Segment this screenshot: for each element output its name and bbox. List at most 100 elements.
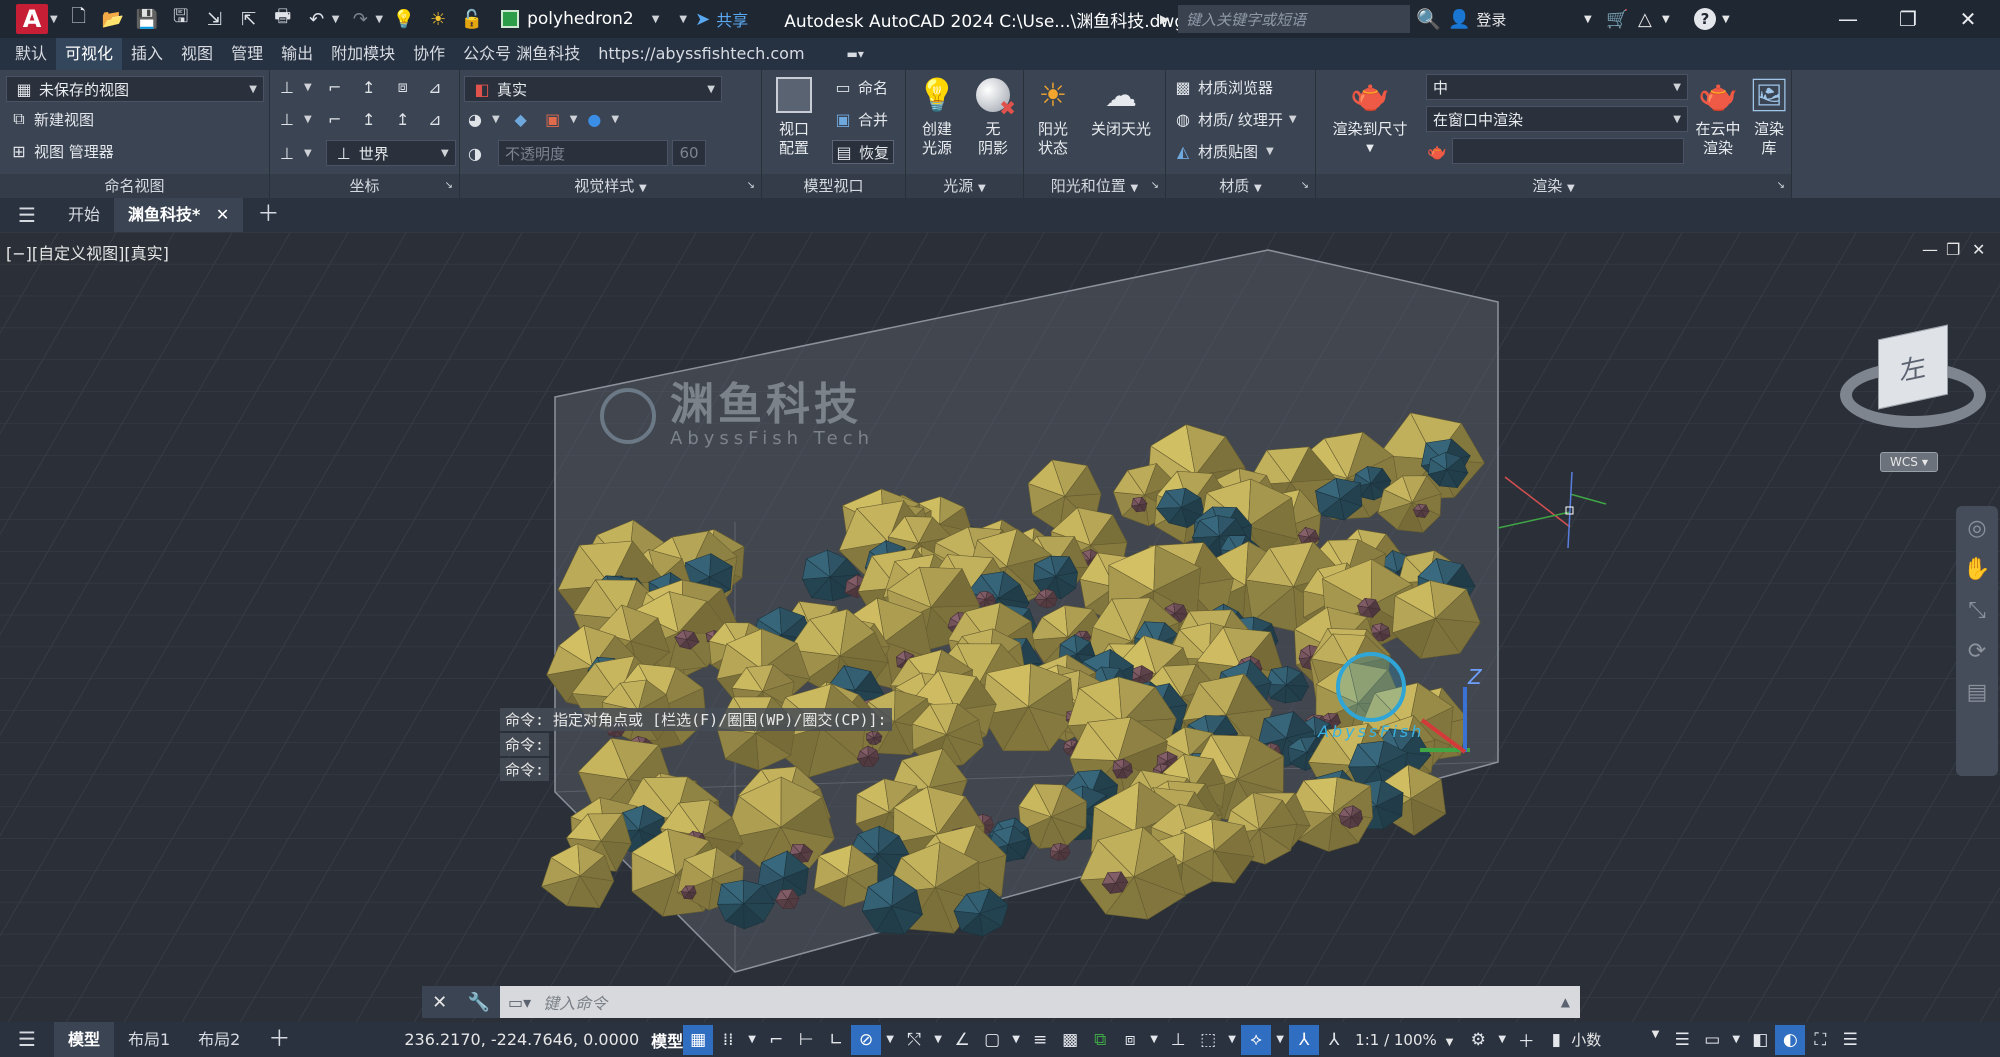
tab-visualize[interactable]: 可视化 — [56, 38, 123, 70]
osnap-tracking-icon[interactable]: ∠ — [947, 1025, 977, 1055]
create-light-button[interactable]: 💡 创建 光源 — [912, 74, 962, 158]
render-output-input[interactable] — [1452, 138, 1684, 164]
lock-ui-icon[interactable]: ▭ — [1697, 1025, 1727, 1055]
named-view-select[interactable]: ▦ 未保存的视图 ▼ — [6, 76, 264, 102]
osnap-icon[interactable]: ▢ — [977, 1025, 1007, 1055]
layer-bulb-icon[interactable]: 💡 — [391, 6, 417, 32]
sun-launcher-icon[interactable]: ↘ — [1151, 174, 1159, 198]
help-button[interactable]: ? — [1694, 0, 1716, 38]
view-manager-button[interactable]: ⊞ 视图 管理器 — [8, 140, 113, 162]
login-chevron-icon[interactable]: ▼ — [1584, 0, 1592, 38]
materials-launcher-icon[interactable]: ↘ — [1301, 174, 1309, 198]
wcs-menu[interactable]: WCS ▼ — [1880, 452, 1938, 472]
gizmo-icon[interactable]: ⟡ — [1241, 1024, 1272, 1055]
annotation-visibility-icon[interactable]: ⅄ — [1289, 1024, 1320, 1055]
cart-icon[interactable]: 🛒 — [1606, 0, 1628, 38]
material-texture-button[interactable]: ◍ 材质/ 纹理开 ▼ — [1172, 108, 1297, 130]
visual-style-select[interactable]: ◧ 真实 ▼ — [464, 76, 722, 102]
visual-styles-chevron-icon[interactable]: ▼ — [639, 183, 647, 194]
gizmo-chevron-icon[interactable]: ▼ — [1271, 1025, 1289, 1055]
units-icon[interactable]: ▮ — [1541, 1025, 1571, 1055]
qat-customize-icon[interactable]: ▼ — [679, 14, 687, 25]
sky-off-button[interactable]: ☁ 关闭天光 — [1080, 74, 1162, 139]
pan-icon[interactable]: ✋ — [1963, 557, 1990, 582]
render-cloud-button[interactable]: 🫖 在云中 渲染 — [1690, 74, 1746, 158]
annotation-scale[interactable]: 1:1 / 100% ▼ — [1355, 1031, 1453, 1049]
orbit-icon[interactable]: ⟳ — [1968, 639, 1986, 664]
redo-chevron-icon[interactable]: ▼ — [375, 14, 383, 25]
print-icon[interactable]: 🖶 — [270, 6, 296, 32]
ucs-y-icon[interactable]: ↥ — [358, 108, 380, 130]
viewport-minimize-icon[interactable]: — — [1922, 240, 1938, 259]
ucs-props-chevron-icon[interactable]: ▼ — [304, 148, 312, 159]
new-view-button[interactable]: ⧉ 新建视图 — [8, 108, 94, 130]
recent-commands-icon[interactable]: ▭▾ — [508, 993, 531, 1012]
model-space-canvas[interactable]: Z — [0, 232, 2000, 1022]
units-select[interactable]: 小数 ▼ — [1571, 1029, 1667, 1050]
customization-icon[interactable]: ☰ — [1835, 1025, 1865, 1055]
new-file-icon[interactable]: 🗋 — [66, 6, 92, 32]
restore-icon[interactable]: ❐ — [1878, 0, 1938, 38]
shadow-button[interactable]: ✖ 无 阴影 — [968, 74, 1018, 158]
dynamic-ucs-icon[interactable]: ⊥ — [1163, 1025, 1193, 1055]
ortho-icon[interactable]: ∟ — [821, 1025, 851, 1055]
isodraft-chevron-icon[interactable]: ▼ — [929, 1025, 947, 1055]
3d-osnap-icon[interactable]: ⧈ — [1115, 1025, 1145, 1055]
autodesk-a360-icon[interactable]: △ — [1638, 0, 1652, 38]
xray-chevron-icon[interactable]: ▼ — [570, 114, 578, 125]
clean-screen-icon[interactable]: ⛶ — [1805, 1025, 1835, 1055]
hamburger-menu-icon[interactable]: ☰ — [0, 198, 54, 232]
minimize-icon[interactable]: — — [1818, 0, 1878, 38]
tab-default[interactable]: 默认 — [6, 38, 56, 70]
render-environment-icon[interactable]: 🫖 — [1426, 140, 1448, 162]
close-tab-icon[interactable]: ✕ — [216, 205, 229, 224]
tab-website[interactable]: https://abyssfishtech.com — [589, 38, 813, 70]
tab-collaborate[interactable]: 协作 — [404, 38, 454, 70]
tab-addins[interactable]: 附加模块 — [322, 38, 404, 70]
quick-properties-icon[interactable]: ☰ — [1667, 1025, 1697, 1055]
coordinates-launcher-icon[interactable]: ↘ — [445, 174, 453, 198]
undo-chevron-icon[interactable]: ▼ — [332, 14, 340, 25]
login-button[interactable]: 👤 登录 — [1448, 0, 1506, 38]
environment-chevron-icon[interactable]: ▼ — [611, 114, 619, 125]
ucs-named-icon[interactable]: ⊥ — [276, 108, 298, 130]
tab-start[interactable]: 开始 — [54, 198, 114, 232]
open-folder-icon[interactable]: 📂 — [100, 6, 126, 32]
polar-icon[interactable]: ⊘ — [851, 1024, 882, 1055]
viewport-join-button[interactable]: ▣ 合并 — [832, 108, 888, 130]
viewport-close-icon[interactable]: ✕ — [1972, 240, 1985, 259]
tab-manage[interactable]: 管理 — [222, 38, 272, 70]
edge-style-icon[interactable]: ◕ — [464, 108, 486, 130]
help-chevron-icon[interactable]: ▼ — [1722, 0, 1730, 38]
layer-sun-icon[interactable]: ☀ — [425, 6, 451, 32]
viewcube-face[interactable]: 左 — [1878, 324, 1948, 410]
lock-ui-chevron-icon[interactable]: ▼ — [1727, 1025, 1745, 1055]
layer-select[interactable]: polyhedron2 ▼ — [493, 5, 667, 33]
tab-drawing[interactable]: 渊鱼科技* ✕ — [113, 198, 244, 232]
viewport-restore-icon[interactable]: ❐ — [1946, 240, 1960, 259]
osnap-chevron-icon[interactable]: ▼ — [1007, 1025, 1025, 1055]
ucs-zaxis-icon[interactable]: ⊿ — [424, 108, 446, 130]
ribbon-minimize-icon[interactable]: ▬▾ — [838, 38, 873, 70]
ucs-view-icon[interactable]: ⧈ — [392, 76, 414, 98]
ucs-chevron-icon[interactable]: ▼ — [304, 82, 312, 93]
ucs-3point-icon[interactable]: ⊿ — [424, 76, 446, 98]
new-tab-icon[interactable]: ＋ — [243, 198, 293, 232]
tab-wechat[interactable]: 公众号 渊鱼科技 — [454, 38, 589, 70]
import-icon[interactable]: ⇱ — [236, 6, 262, 32]
tab-output[interactable]: 输出 — [272, 38, 322, 70]
customize-command-line-icon[interactable]: 🔧 — [467, 992, 489, 1013]
tab-model[interactable]: 模型 — [53, 1022, 114, 1057]
tab-layout1[interactable]: 布局1 — [114, 1022, 184, 1057]
materials-chevron-icon[interactable]: ▼ — [1254, 183, 1262, 194]
auto-scale-icon[interactable]: ⅄ — [1319, 1025, 1349, 1055]
autocad-logo[interactable]: A — [16, 4, 48, 34]
render-mode-select[interactable]: 在窗口中渲染 ▼ — [1426, 106, 1688, 132]
steering-wheel-icon[interactable]: ◎ — [1967, 516, 1986, 541]
sun-status-button[interactable]: ☀ 阳光 状态 — [1028, 74, 1078, 158]
snap-chevron-icon[interactable]: ▼ — [743, 1025, 761, 1055]
snap-icon[interactable]: ⁞⁞ — [713, 1025, 743, 1055]
undo-icon[interactable]: ↶ — [304, 6, 330, 32]
layer-lock-icon[interactable]: 🔓 — [459, 6, 485, 32]
material-browser-button[interactable]: ▩ 材质浏览器 — [1172, 76, 1273, 98]
